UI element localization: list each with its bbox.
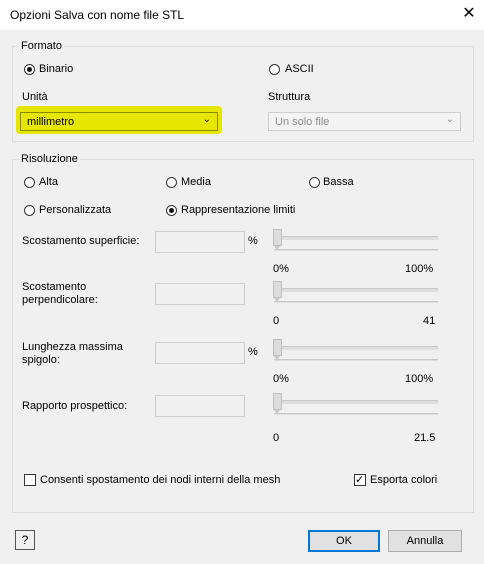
media-radio[interactable] xyxy=(166,177,177,188)
scostamento-perpendicolare-max: 41 xyxy=(423,315,436,327)
rapporto-prospettico-max: 21.5 xyxy=(414,432,436,444)
rapporto-prospettico-tick-line xyxy=(274,413,438,415)
bassa-label[interactable]: Bassa xyxy=(323,176,354,188)
unita-select[interactable]: millimetro ⌄ xyxy=(20,112,218,131)
struttura-label: Struttura xyxy=(268,91,311,103)
scostamento-superficie-input[interactable] xyxy=(155,231,245,253)
rapporto-prospettico-slider-track[interactable] xyxy=(274,400,438,404)
scostamento-perpendicolare-input[interactable] xyxy=(155,283,245,305)
binario-radio[interactable] xyxy=(24,64,35,75)
personalizzata-label[interactable]: Personalizzata xyxy=(39,204,111,216)
scostamento-perpendicolare-tick-line xyxy=(274,301,438,303)
scostamento-superficie-min: 0% xyxy=(273,263,289,275)
binario-label[interactable]: Binario xyxy=(39,63,73,75)
lunghezza-massima-spigolo-min: 0% xyxy=(273,373,289,385)
unita-label: Unità xyxy=(22,91,48,103)
scostamento-superficie-label: Scostamento superficie: xyxy=(22,235,140,247)
rapporto-prospettico-slider-thumb[interactable] xyxy=(273,393,282,414)
lunghezza-massima-spigolo-slider-track[interactable] xyxy=(274,346,438,350)
chevron-down-icon: ⌄ xyxy=(202,114,211,125)
rappresentazione-limiti-label[interactable]: Rappresentazione limiti xyxy=(181,204,295,216)
help-icon[interactable]: ? xyxy=(15,530,35,550)
esporta-colori-label[interactable]: Esporta colori xyxy=(370,474,437,486)
lunghezza-massima-spigolo-max: 100% xyxy=(405,373,434,385)
lunghezza-massima-spigolo-tick-line xyxy=(274,359,438,361)
window-title: Opzioni Salva con nome file STL xyxy=(10,8,185,22)
rappresentazione-limiti-radio[interactable] xyxy=(166,205,177,216)
chevron-down-icon: ⌄ xyxy=(445,114,454,125)
lunghezza-massima-spigolo-slider-thumb[interactable] xyxy=(273,339,282,360)
lunghezza-massima-spigolo-label: Lunghezza massima spigolo: xyxy=(22,341,123,366)
alta-radio[interactable] xyxy=(24,177,35,188)
scostamento-superficie-unit: % xyxy=(248,235,258,247)
close-icon[interactable]: ✕ xyxy=(456,2,482,26)
consenti-spostamento-checkbox[interactable] xyxy=(24,474,36,486)
media-label[interactable]: Media xyxy=(181,176,211,188)
scostamento-superficie-slider-thumb[interactable] xyxy=(273,229,282,250)
lunghezza-massima-spigolo-unit: % xyxy=(248,346,258,358)
lunghezza-massima-spigolo-input[interactable] xyxy=(155,342,245,364)
consenti-spostamento-label[interactable]: Consenti spostamento dei nodi interni de… xyxy=(40,474,280,486)
ascii-label[interactable]: ASCII xyxy=(285,63,314,75)
rapporto-prospettico-min: 0 xyxy=(273,432,280,444)
bassa-radio[interactable] xyxy=(309,177,320,188)
formato-group-label: Formato xyxy=(19,40,64,52)
struttura-select[interactable]: Un solo file ⌄ xyxy=(268,112,461,131)
scostamento-superficie-tick-line xyxy=(274,249,438,251)
rapporto-prospettico-input[interactable] xyxy=(155,395,245,417)
alta-label[interactable]: Alta xyxy=(39,176,58,188)
rapporto-prospettico-label: Rapporto prospettico: xyxy=(22,400,128,412)
ok-button[interactable]: OK xyxy=(308,530,380,552)
risoluzione-group-label: Risoluzione xyxy=(19,153,80,165)
struttura-value: Un solo file xyxy=(275,116,330,128)
scostamento-perpendicolare-label: Scostamento perpendicolare: xyxy=(22,281,98,306)
scostamento-perpendicolare-slider-thumb[interactable] xyxy=(273,281,282,302)
unita-value: millimetro xyxy=(27,116,75,128)
scostamento-perpendicolare-slider-track[interactable] xyxy=(274,288,438,292)
scostamento-perpendicolare-min: 0 xyxy=(273,315,280,327)
scostamento-superficie-slider-track[interactable] xyxy=(274,236,438,240)
annulla-button[interactable]: Annulla xyxy=(388,530,462,552)
esporta-colori-checkbox[interactable] xyxy=(354,473,366,486)
ascii-radio[interactable] xyxy=(269,64,280,75)
personalizzata-radio[interactable] xyxy=(24,205,35,216)
scostamento-superficie-max: 100% xyxy=(405,263,434,275)
